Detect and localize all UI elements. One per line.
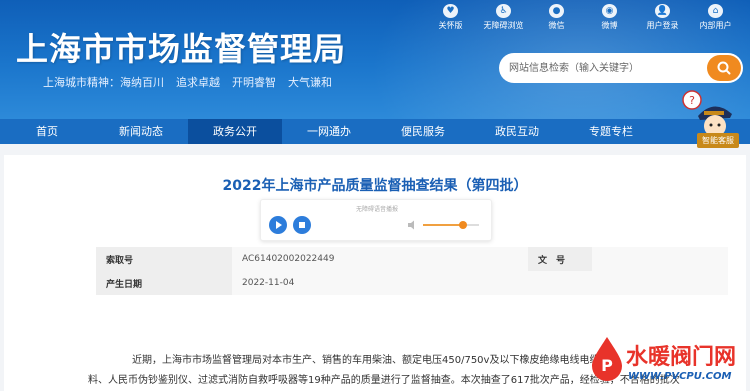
spirit-item: 追求卓越 <box>176 76 220 89</box>
volume-handle[interactable] <box>459 221 468 229</box>
player-caption: 无障碍语音播报 <box>355 206 398 213</box>
internal-user-icon: ⌂ <box>708 4 723 18</box>
article-title: 2022年上海市产品质量监督抽查结果（第四批） <box>222 178 528 194</box>
top-links: ♥ 关怀版 ♿ 无障碍浏览 ● 微信 ◉ 微博 👤 用户登录 ⌂ 内部用户 <box>424 4 742 32</box>
user-icon: 👤 <box>655 4 670 18</box>
top-link-label: 内部用户 <box>699 21 732 30</box>
meta-empty-cell <box>592 271 728 295</box>
search-box <box>499 53 743 83</box>
spirit-item: 大气谦和 <box>288 76 332 89</box>
accessibility-link[interactable]: ♿ 无障碍浏览 <box>477 4 530 32</box>
meta-value: 2022-11-04 <box>232 271 528 295</box>
svg-text:P: P <box>601 356 613 375</box>
stop-button[interactable] <box>293 216 311 234</box>
wechat-link[interactable]: ● 微信 <box>530 4 583 32</box>
spirit-item: 开明睿智 <box>232 76 276 89</box>
table-row: 产生日期 2022-11-04 <box>96 271 728 295</box>
nav-item-special-topics[interactable]: 专题专栏 <box>564 119 658 144</box>
top-link-label: 无障碍浏览 <box>483 21 524 30</box>
search-input[interactable] <box>499 53 709 83</box>
smart-assistant-button[interactable]: 智能客服 <box>697 133 739 148</box>
svg-text:?: ? <box>689 94 695 107</box>
watermark-logo-icon: P <box>592 337 622 381</box>
wechat-icon: ● <box>549 4 564 18</box>
nav-item-convenience[interactable]: 便民服务 <box>376 119 470 144</box>
volume-icon[interactable] <box>407 220 419 230</box>
city-spirit: 上海城市精神：海纳百川 追求卓越 开明睿智 大气谦和 <box>43 74 344 90</box>
meta-label: 产生日期 <box>96 271 232 295</box>
care-icon: ♥ <box>443 4 458 18</box>
user-login-link[interactable]: 👤 用户登录 <box>636 4 689 32</box>
meta-value <box>592 247 728 271</box>
audio-player: 无障碍语音播报 <box>260 199 492 241</box>
weibo-icon: ◉ <box>602 4 617 18</box>
nav-item-home[interactable]: 首页 <box>0 119 94 144</box>
meta-empty-cell <box>528 271 592 295</box>
top-link-label: 微博 <box>601 21 618 30</box>
meta-label: 文 号 <box>528 247 592 271</box>
site-title[interactable]: 上海市市场监督管理局 <box>16 24 346 70</box>
article-meta-table: 索取号 AC61402002022449 文 号 产生日期 2022-11-04 <box>96 247 728 295</box>
care-mode-link[interactable]: ♥ 关怀版 <box>424 4 477 32</box>
volume-slider[interactable] <box>423 221 479 229</box>
main-nav: 首页 新闻动态 政务公开 一网通办 便民服务 政民互动 专题专栏 <box>0 119 750 144</box>
internal-user-link[interactable]: ⌂ 内部用户 <box>689 4 742 32</box>
play-button[interactable] <box>269 216 287 234</box>
weibo-link[interactable]: ◉ 微博 <box>583 4 636 32</box>
search-button[interactable] <box>707 55 741 81</box>
nav-item-online-services[interactable]: 一网通办 <box>282 119 376 144</box>
nav-item-news[interactable]: 新闻动态 <box>94 119 188 144</box>
top-link-label: 用户登录 <box>646 21 679 30</box>
search-icon <box>717 61 731 75</box>
accessibility-icon: ♿ <box>496 4 511 18</box>
top-link-label: 关怀版 <box>438 21 463 30</box>
watermark-url: WWW.PVCPU.COM <box>628 371 732 382</box>
spirit-item: 上海城市精神：海纳百川 <box>43 76 164 89</box>
meta-label: 索取号 <box>96 247 232 271</box>
volume-level <box>423 224 464 226</box>
site-watermark: P 水暖阀门网 WWW.PVCPU.COM <box>586 331 750 391</box>
meta-value: AC61402002022449 <box>232 247 528 271</box>
site-header: 上海市市场监督管理局 上海城市精神：海纳百川 追求卓越 开明睿智 大气谦和 ♥ 关怀版… <box>0 0 750 119</box>
table-row: 索取号 AC61402002022449 文 号 <box>96 247 728 271</box>
watermark-text: 水暖阀门网 <box>626 345 737 370</box>
nav-item-government-affairs[interactable]: 政务公开 <box>188 119 282 144</box>
top-link-label: 微信 <box>548 21 565 30</box>
nav-item-interaction[interactable]: 政民互动 <box>470 119 564 144</box>
